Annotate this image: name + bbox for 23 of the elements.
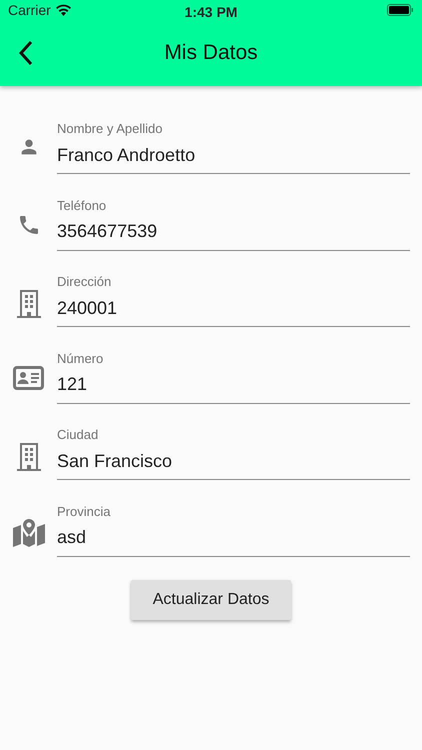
id-card-icon — [13, 366, 44, 390]
map-pin-icon — [12, 518, 44, 546]
field-label: Nombre y Apellido — [57, 121, 164, 137]
wifi-icon — [54, 4, 72, 16]
building-icon — [16, 442, 42, 472]
input-field[interactable]: Franco Androetto — [57, 141, 410, 174]
time-label: 1:43 PM — [184, 4, 238, 20]
back-button[interactable] — [18, 40, 34, 66]
battery-icon — [387, 4, 414, 16]
building-icon — [16, 289, 42, 319]
input-field[interactable]: asd — [57, 524, 410, 556]
input-field[interactable]: 3564677539 — [57, 218, 410, 250]
field-label: Teléfono — [57, 198, 108, 214]
screen-title: Mis Datos — [164, 40, 258, 66]
field-label: Número — [57, 350, 104, 366]
input-field[interactable]: 121 — [57, 370, 410, 404]
field-label: Provincia — [57, 504, 112, 520]
input-field[interactable]: San Francisco — [57, 447, 410, 480]
carrier-label: Carrier — [8, 0, 51, 20]
update-button[interactable]: Actualizar Datos — [131, 580, 291, 620]
field-label: Dirección — [57, 274, 112, 290]
input-field[interactable]: 240001 — [57, 294, 410, 327]
field-label: Ciudad — [57, 427, 100, 443]
